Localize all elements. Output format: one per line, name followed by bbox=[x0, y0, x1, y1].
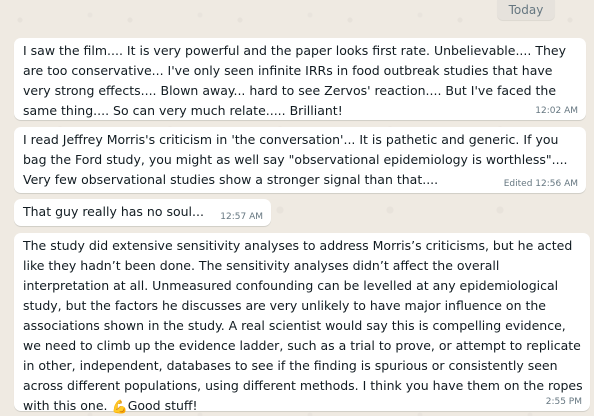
message-bubble[interactable]: I read Jeffrey Morris's criticism in 'th… bbox=[14, 127, 586, 193]
message-text-after-emoji: Good stuff! bbox=[127, 398, 198, 413]
message-timestamp: 12:57 AM bbox=[220, 212, 263, 222]
date-divider: Today bbox=[497, 0, 555, 20]
message-edited-timestamp: Edited 12:56 AM bbox=[503, 179, 578, 189]
message-timestamp: 2:55 PM bbox=[545, 397, 582, 407]
message-text: The study did extensive sensitivity anal… bbox=[23, 238, 583, 413]
message-timestamp: 12:02 AM bbox=[535, 106, 578, 116]
message-text: I saw the film.... It is very powerful a… bbox=[23, 43, 566, 118]
message-text-container: The study did extensive sensitivity anal… bbox=[23, 236, 584, 416]
message-bubble[interactable]: That guy really has no soul... 12:57 AM bbox=[14, 199, 271, 226]
message-text: I read Jeffrey Morris's criticism in 'th… bbox=[23, 132, 568, 187]
chat-panel: Today I saw the film.... It is very powe… bbox=[0, 0, 594, 416]
flexed-biceps-emoji-icon: 💪 bbox=[111, 400, 128, 415]
message-bubble[interactable]: The study did extensive sensitivity anal… bbox=[14, 233, 590, 415]
message-bubble[interactable]: I saw the film.... It is very powerful a… bbox=[14, 38, 586, 120]
